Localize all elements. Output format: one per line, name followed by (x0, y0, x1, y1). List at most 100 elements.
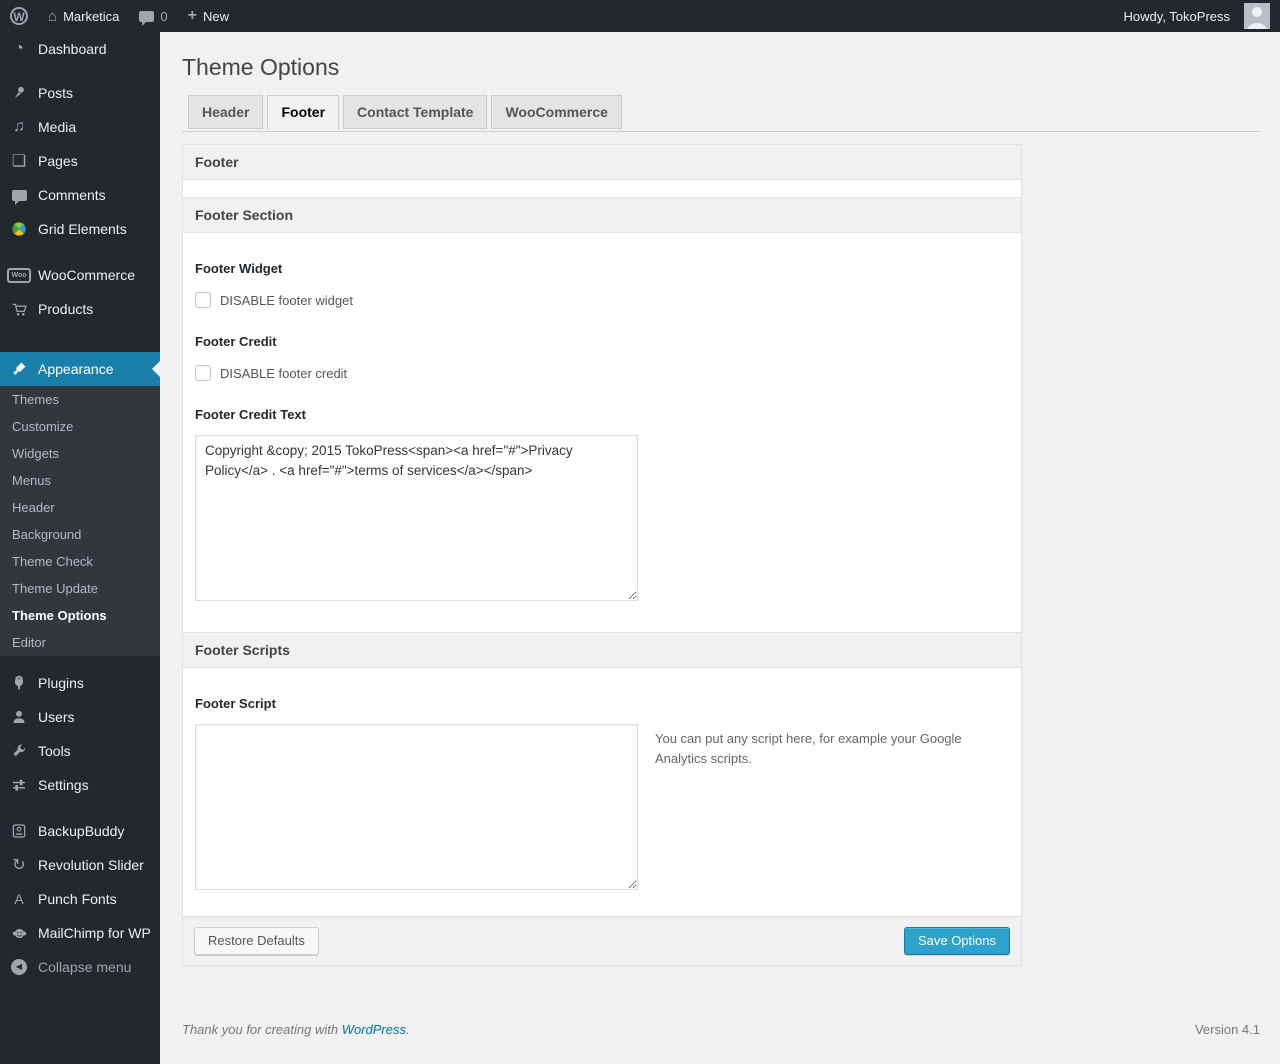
footer-script-label: Footer Script (195, 696, 276, 711)
pushpin-icon (8, 85, 30, 101)
tab-contact-template[interactable]: Contact Template (343, 95, 488, 129)
restore-defaults-button[interactable]: Restore Defaults (194, 927, 319, 955)
wrench-icon (8, 743, 30, 759)
sidebar-item-label: Grid Elements (38, 221, 127, 237)
sidebar-item-comments[interactable]: Comments (0, 178, 160, 212)
wordpress-logo-icon: W (10, 7, 28, 25)
sidebar-item-products[interactable]: Products (0, 292, 160, 326)
tab-footer[interactable]: Footer (267, 95, 340, 130)
sidebar-item-label: Appearance (38, 361, 114, 377)
submenu-item-theme-options[interactable]: Theme Options (0, 602, 160, 629)
submenu-item-theme-check[interactable]: Theme Check (0, 548, 160, 575)
tab-woocommerce[interactable]: WooCommerce (491, 95, 622, 129)
account-menu[interactable]: Howdy, TokoPress (1114, 0, 1280, 32)
thanks-period: . (406, 1022, 410, 1037)
plugin-icon (8, 675, 30, 691)
wordpress-link[interactable]: WordPress (342, 1022, 406, 1037)
comment-bubble-icon (139, 10, 155, 26)
collapse-menu-label: Collapse menu (38, 959, 132, 975)
submenu-item-themes[interactable]: Themes (0, 386, 160, 413)
theme-options-panel: Footer Footer Section Footer Widget DISA… (182, 144, 1022, 966)
thanks-prefix: Thank you for creating with (182, 1022, 342, 1037)
admin-sidebar: ◔ Dashboard Posts ♫ Media ❏ Pages Commen… (0, 32, 160, 1064)
sidebar-item-woocommerce[interactable]: Woo WooCommerce (0, 258, 160, 292)
selected-menu-arrow (152, 361, 160, 377)
tab-header[interactable]: Header (188, 95, 264, 129)
sidebar-item-pages[interactable]: ❏ Pages (0, 144, 160, 178)
footer-script-textarea[interactable] (195, 724, 638, 890)
refresh-icon: ↻ (12, 857, 26, 874)
footer-scripts-body: Footer Script You can put any script her… (183, 668, 1021, 916)
footer-credit-text-textarea[interactable]: Copyright &copy; 2015 TokoPress<span><a … (195, 435, 638, 601)
sidebar-item-grid-elements[interactable]: Grid Elements (0, 212, 160, 246)
thanks-text: Thank you for creating with WordPress. (182, 1022, 410, 1037)
wp-logo-menu[interactable]: W (0, 0, 38, 32)
comments-adminbar-item[interactable]: 0 (129, 0, 177, 32)
pages-icon: ❏ (11, 153, 27, 170)
submenu-item-customize[interactable]: Customize (0, 413, 160, 440)
grid-elements-icon (8, 221, 30, 237)
disable-footer-credit-checkbox[interactable] (195, 365, 211, 381)
sidebar-item-label: Tools (38, 743, 71, 759)
sidebar-item-appearance[interactable]: Appearance (0, 352, 160, 386)
disable-footer-widget-checkbox[interactable] (195, 292, 211, 308)
sidebar-item-label: Media (38, 119, 77, 135)
site-name-menu[interactable]: ⌂ Marketica (38, 0, 129, 32)
sidebar-item-label: Products (38, 301, 94, 317)
footer-credit-text-label: Footer Credit Text (195, 407, 306, 422)
home-icon: ⌂ (48, 7, 58, 25)
sidebar-item-plugins[interactable]: Plugins (0, 666, 160, 700)
footer-section-body: Footer Widget DISABLE footer widget Foot… (183, 233, 1021, 632)
sidebar-item-label: Revolution Slider (38, 857, 144, 873)
plus-icon: + (187, 7, 197, 24)
main-content: Theme Options Header Footer Contact Temp… (160, 32, 1280, 1064)
site-name-label: Marketica (63, 8, 120, 24)
footer-section-header: Footer Section (183, 197, 1021, 233)
sidebar-item-media[interactable]: ♫ Media (0, 110, 160, 144)
sidebar-item-dashboard[interactable]: ◔ Dashboard (0, 32, 160, 66)
submenu-item-theme-update[interactable]: Theme Update (0, 575, 160, 602)
media-icon: ♫ (13, 118, 25, 135)
submenu-item-editor[interactable]: Editor (0, 629, 160, 656)
version-label: Version 4.1 (1194, 1022, 1260, 1037)
sidebar-item-backupbuddy[interactable]: BackupBuddy (0, 814, 160, 848)
new-label: New (203, 8, 230, 24)
sidebar-item-label: WooCommerce (38, 267, 135, 283)
sidebar-item-label: Punch Fonts (38, 891, 117, 907)
sidebar-item-settings[interactable]: Settings (0, 768, 160, 802)
submenu-item-menus[interactable]: Menus (0, 467, 160, 494)
sidebar-item-label: Users (38, 709, 75, 725)
collapse-menu-button[interactable]: ◀ Collapse menu (0, 950, 160, 984)
sidebar-item-tools[interactable]: Tools (0, 734, 160, 768)
footer-scripts-header: Footer Scripts (183, 632, 1021, 668)
appearance-submenu: Themes Customize Widgets Menus Header Ba… (0, 386, 160, 656)
sidebar-item-label: Plugins (38, 675, 84, 691)
backup-drive-icon (8, 823, 30, 839)
disable-footer-widget-label: DISABLE footer widget (220, 292, 353, 308)
comments-icon (8, 189, 30, 205)
sidebar-item-mailchimp[interactable]: MailChimp for WP (0, 916, 160, 950)
sidebar-item-users[interactable]: Users (0, 700, 160, 734)
submenu-item-widgets[interactable]: Widgets (0, 440, 160, 467)
letter-a-icon: A (14, 891, 24, 907)
dashboard-icon: ◔ (14, 40, 24, 57)
page-title: Theme Options (182, 54, 340, 80)
footer-credit-label: Footer Credit (195, 334, 277, 349)
admin-footer: Thank you for creating with WordPress. V… (182, 1022, 1260, 1037)
sidebar-item-label: BackupBuddy (38, 823, 125, 839)
footer-script-help-text: You can put any script here, for example… (655, 731, 962, 767)
sidebar-item-punch-fonts[interactable]: A Punch Fonts (0, 882, 160, 916)
save-options-button[interactable]: Save Options (903, 927, 1010, 955)
submenu-item-background[interactable]: Background (0, 521, 160, 548)
footer-widget-label: Footer Widget (195, 261, 283, 276)
panel-title-bar: Footer (183, 145, 1021, 180)
submenu-item-header[interactable]: Header (0, 494, 160, 521)
tab-bar: Header Footer Contact Template WooCommer… (182, 95, 1260, 132)
sidebar-item-revolution-slider[interactable]: ↻ Revolution Slider (0, 848, 160, 882)
new-content-menu[interactable]: + New (178, 0, 239, 32)
admin-bar: W ⌂ Marketica 0 + New Howdy, TokoPress (0, 0, 1280, 32)
sidebar-item-posts[interactable]: Posts (0, 76, 160, 110)
disable-footer-credit-label: DISABLE footer credit (220, 365, 348, 381)
sidebar-item-label: Posts (38, 85, 74, 101)
paintbrush-icon (8, 361, 30, 377)
